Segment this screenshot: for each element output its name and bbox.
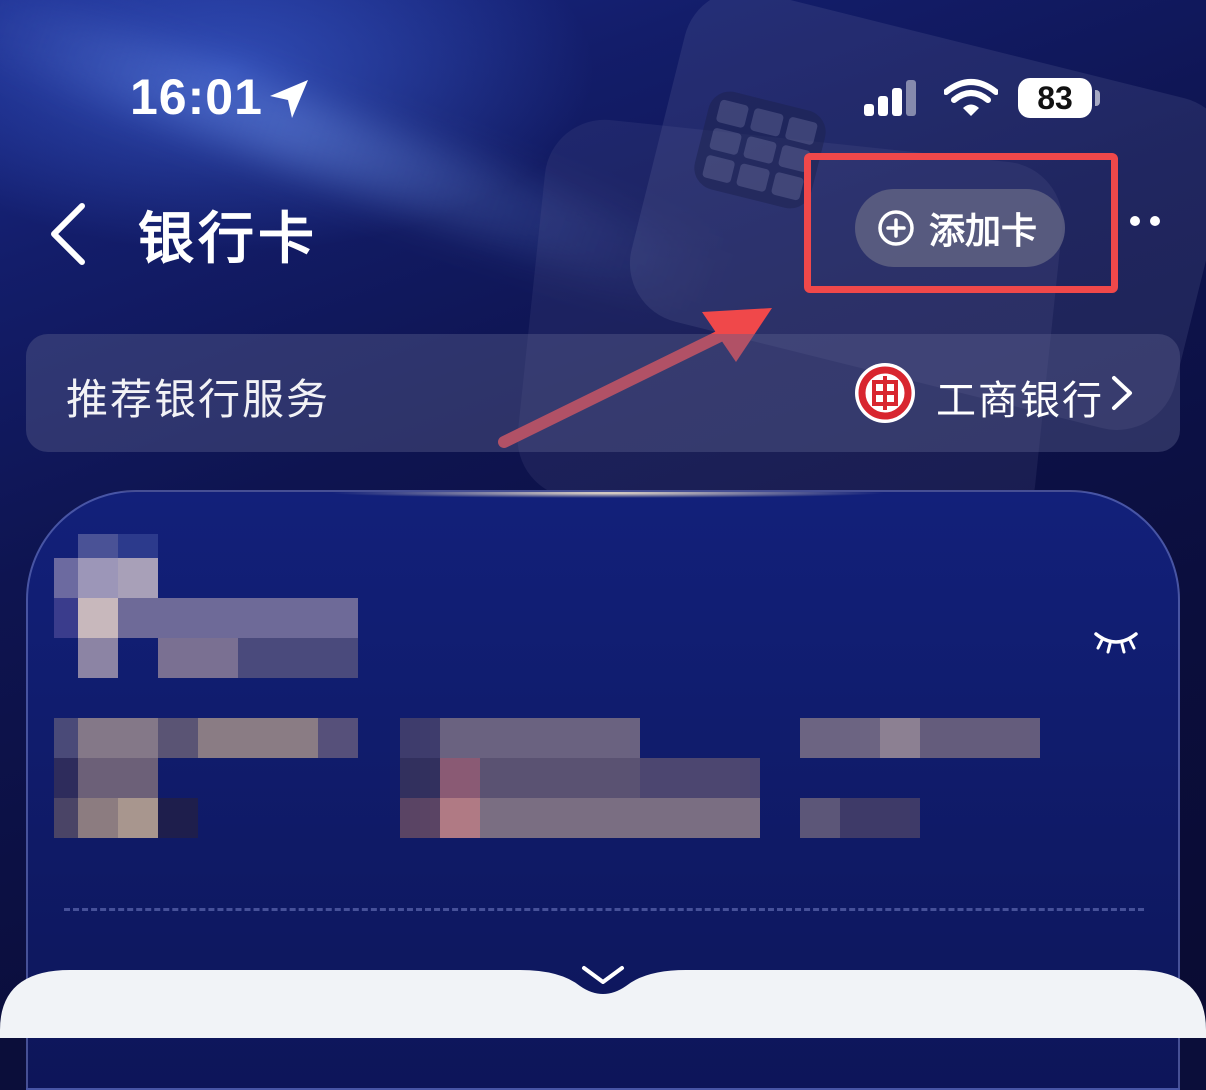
back-chevron-icon[interactable] [48, 202, 88, 266]
icbc-logo [855, 363, 915, 423]
status-time: 16:01 [130, 69, 263, 125]
signal-icon [864, 80, 916, 116]
recommend-bank-row[interactable]: 推荐银行服务 工商银行 [26, 334, 1180, 452]
chevron-right-icon [1112, 376, 1132, 410]
battery-icon: 83 [1018, 78, 1092, 118]
card-top-glow [328, 492, 888, 498]
more-icon[interactable] [1128, 214, 1162, 228]
wifi-icon [944, 79, 998, 116]
battery-tip [1095, 90, 1100, 106]
battery-level: 83 [1037, 79, 1073, 116]
page-title: 银行卡 [138, 207, 318, 272]
recommend-label: 推荐银行服务 [66, 375, 331, 424]
chevron-down-icon[interactable] [580, 964, 626, 988]
card-divider [64, 908, 1144, 911]
bank-name: 工商银行 [936, 378, 1104, 424]
location-arrow-icon [270, 80, 308, 118]
highlight-box [804, 153, 1118, 293]
eye-closed-icon[interactable] [1092, 628, 1140, 656]
